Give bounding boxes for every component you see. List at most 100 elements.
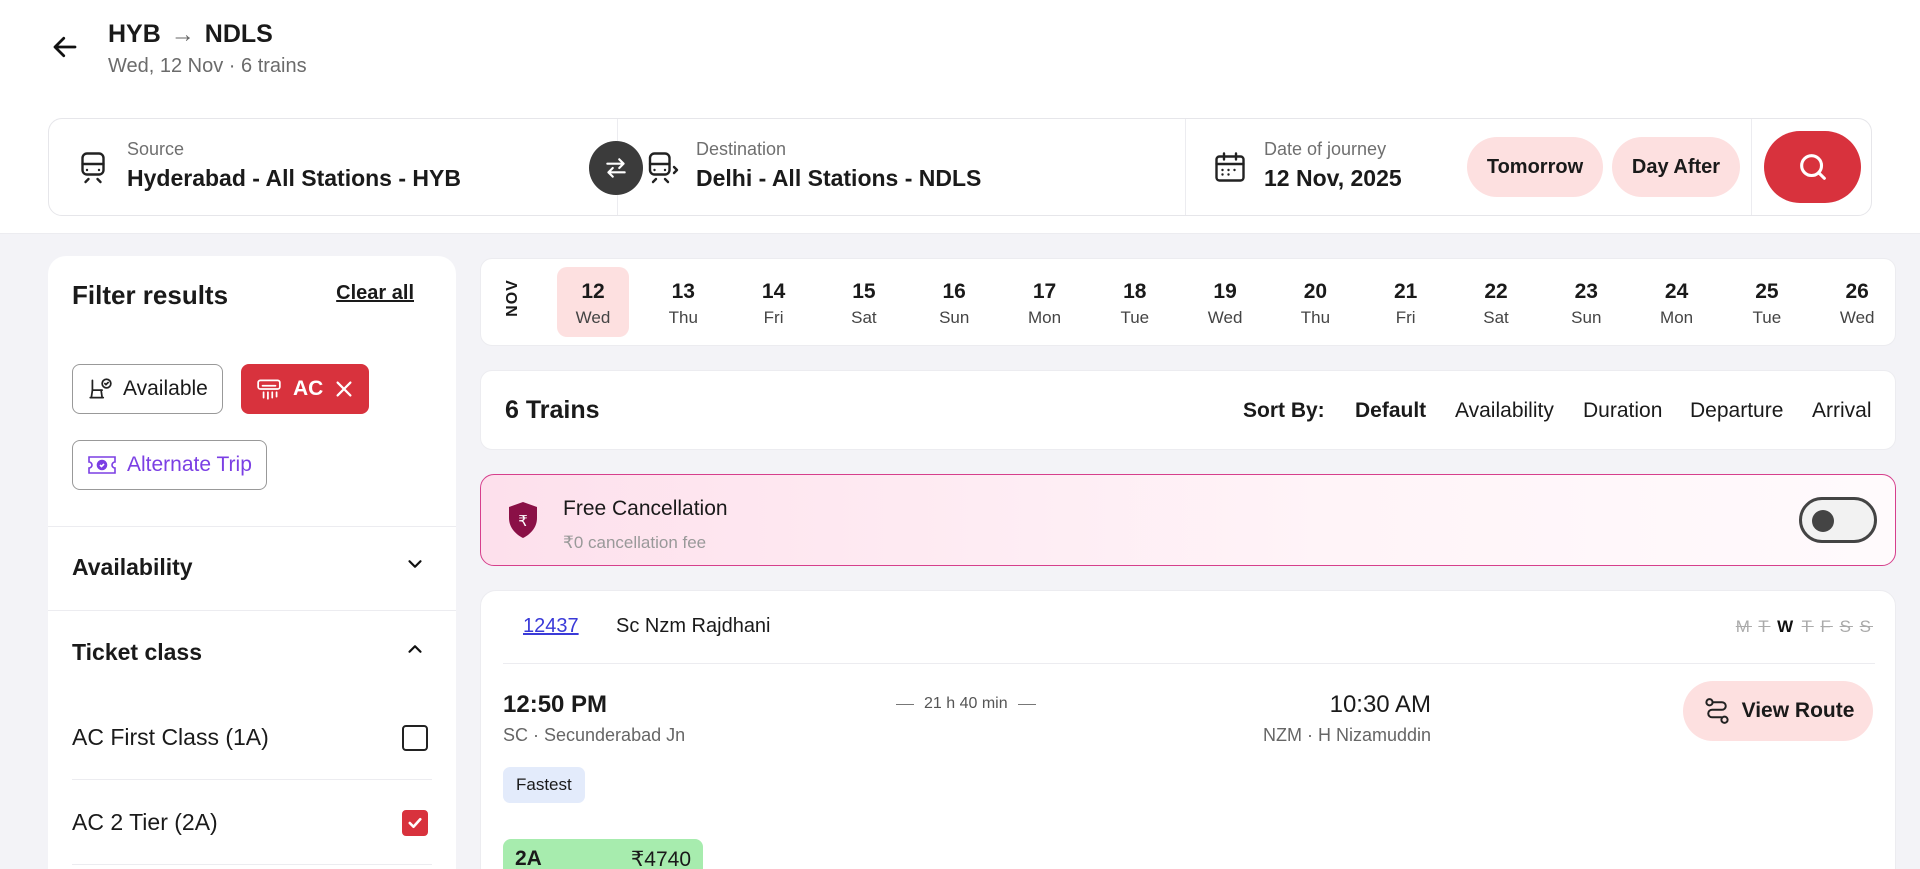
train-card: 12437 Sc Nzm Rajdhani M T W T F S S 12:5… — [480, 590, 1896, 869]
alternate-trip-chip[interactable]: Alternate Trip — [72, 440, 267, 490]
close-icon[interactable] — [333, 378, 355, 400]
date-strip: NOV 12 Wed 13 Thu 14 Fri 15 Sat 16 Sun 17 Mon 18 Tue 1… — [480, 258, 1896, 346]
divider — [48, 526, 456, 527]
route-from: HYB — [108, 20, 161, 48]
date-weekday: Sat — [851, 308, 877, 327]
date-weekday: Mon — [1660, 308, 1694, 327]
free-cancellation-toggle[interactable] — [1799, 497, 1877, 543]
date-option[interactable]: 20 Thu — [1279, 267, 1351, 337]
seat-check-icon — [89, 378, 112, 399]
view-route-button[interactable]: View Route — [1683, 681, 1873, 741]
run-days: M T W T F S S — [1736, 617, 1873, 637]
date-number: 13 — [671, 280, 695, 303]
arrival-station: NZM · H Nizamuddin — [1262, 725, 1431, 745]
date-weekday: Sun — [1571, 308, 1602, 327]
class-option-1a-label: AC First Class (1A) — [72, 724, 269, 750]
fare-price: ₹4740 — [630, 848, 691, 869]
ac-chip-label: AC — [293, 377, 324, 400]
date-number: 14 — [761, 280, 786, 303]
clear-all-button[interactable]: Clear all — [336, 282, 414, 305]
source-field[interactable]: Source Hyderabad - All Stations - HYB — [49, 119, 617, 215]
date-option[interactable]: 19 Wed — [1189, 267, 1261, 337]
date-option[interactable]: 17 Mon — [1009, 267, 1081, 337]
filter-panel: Filter results Clear all Available AC Al… — [48, 256, 456, 869]
date-option[interactable]: 15 Sat — [828, 267, 900, 337]
run-day-active: W — [1777, 617, 1796, 636]
search-header: HYB → NDLS Wed, 12 Nov · 6 trains Source… — [0, 0, 1920, 233]
day-after-button[interactable]: Day After — [1612, 137, 1740, 197]
search-icon — [1799, 154, 1826, 180]
date-option[interactable]: 21 Fri — [1370, 267, 1442, 337]
sort-option-availability[interactable]: Availability — [1455, 399, 1554, 423]
date-option[interactable]: 14 Fri — [738, 267, 810, 337]
date-option[interactable]: 13 Thu — [647, 267, 719, 337]
ac-icon — [257, 379, 281, 400]
sort-bar: 6 Trains Sort By: Default Availability D… — [480, 370, 1896, 450]
date-number: 18 — [1123, 280, 1147, 303]
destination-value: Delhi - All Stations - NDLS — [696, 165, 982, 191]
date-option[interactable]: 18 Tue — [1099, 267, 1171, 337]
ticket-icon — [88, 456, 116, 474]
journey-duration: 21 h 40 min — [896, 695, 1036, 713]
sort-option-default[interactable]: Default — [1355, 399, 1426, 423]
date-option[interactable]: 22 Sat — [1460, 267, 1532, 337]
destination-field[interactable]: Destination Delhi - All Stations - NDLS — [617, 119, 1185, 215]
date-option[interactable]: 12 Wed — [557, 267, 629, 337]
divider — [503, 663, 1875, 664]
divider — [72, 779, 432, 780]
ac-filter-chip[interactable]: AC — [241, 364, 370, 414]
duration-text: 21 h 40 min — [924, 695, 1008, 712]
sort-option-duration[interactable]: Duration — [1583, 399, 1662, 423]
fare-option-2a[interactable]: 2A ₹4740 — [503, 839, 703, 869]
date-weekday: Fri — [1395, 308, 1416, 327]
date-number: 15 — [852, 280, 876, 303]
free-cancellation-title: Free Cancellation — [563, 497, 728, 520]
calendar-icon — [1215, 152, 1245, 182]
available-chip-label: Available — [123, 377, 208, 400]
date-option[interactable]: 24 Mon — [1641, 267, 1713, 337]
date-number: 20 — [1303, 280, 1328, 303]
date-value: 12 Nov, 2025 — [1264, 165, 1402, 191]
search-button[interactable] — [1764, 131, 1861, 203]
back-button[interactable] — [48, 30, 82, 64]
train-number-link[interactable]: 12437 — [523, 615, 579, 638]
sort-option-departure[interactable]: Departure — [1690, 399, 1783, 423]
destination-label: Destination — [696, 139, 787, 159]
toggle-knob — [1812, 510, 1834, 532]
class-option-1a-checkbox[interactable] — [402, 725, 428, 751]
run-day: F — [1820, 617, 1833, 636]
tomorrow-button[interactable]: Tomorrow — [1467, 137, 1603, 197]
availability-section-title: Availability — [72, 554, 193, 580]
source-label: Source — [127, 139, 185, 159]
filter-title: Filter results — [72, 280, 229, 310]
date-number: 22 — [1484, 280, 1508, 303]
divider — [72, 864, 432, 865]
date-weekday: Thu — [1300, 308, 1331, 327]
route-subtitle: Wed, 12 Nov · 6 trains — [108, 55, 307, 77]
route-to: NDLS — [204, 20, 273, 48]
date-number: 12 — [581, 280, 605, 303]
date-option[interactable]: 23 Sun — [1550, 267, 1622, 337]
date-label: Date of journey — [1264, 139, 1387, 159]
run-day: S — [1859, 617, 1873, 636]
class-option-2a-checkbox[interactable] — [402, 810, 428, 836]
train-name: Sc Nzm Rajdhani — [616, 615, 771, 637]
date-weekday: Mon — [1027, 308, 1062, 327]
chevron-up-icon[interactable] — [404, 638, 426, 660]
date-weekday: Wed — [1207, 308, 1243, 327]
train-count: 6 Trains — [505, 396, 600, 424]
fare-class: 2A — [515, 847, 542, 869]
date-option[interactable]: 16 Sun — [918, 267, 990, 337]
swap-stations-button[interactable] — [589, 141, 643, 195]
run-day: T — [1801, 617, 1814, 636]
date-weekday: Tue — [1120, 308, 1150, 327]
svg-text:₹: ₹ — [518, 512, 528, 530]
available-filter-chip[interactable]: Available — [72, 364, 223, 414]
chevron-down-icon[interactable] — [404, 553, 426, 575]
date-option[interactable]: 25 Tue — [1731, 267, 1803, 337]
sort-option-arrival[interactable]: Arrival — [1812, 399, 1872, 423]
shield-rupee-icon: ₹ — [509, 502, 537, 538]
date-weekday: Fri — [763, 308, 784, 327]
date-option[interactable]: 26 Wed — [1821, 267, 1893, 337]
date-weekday: Wed — [575, 308, 611, 327]
